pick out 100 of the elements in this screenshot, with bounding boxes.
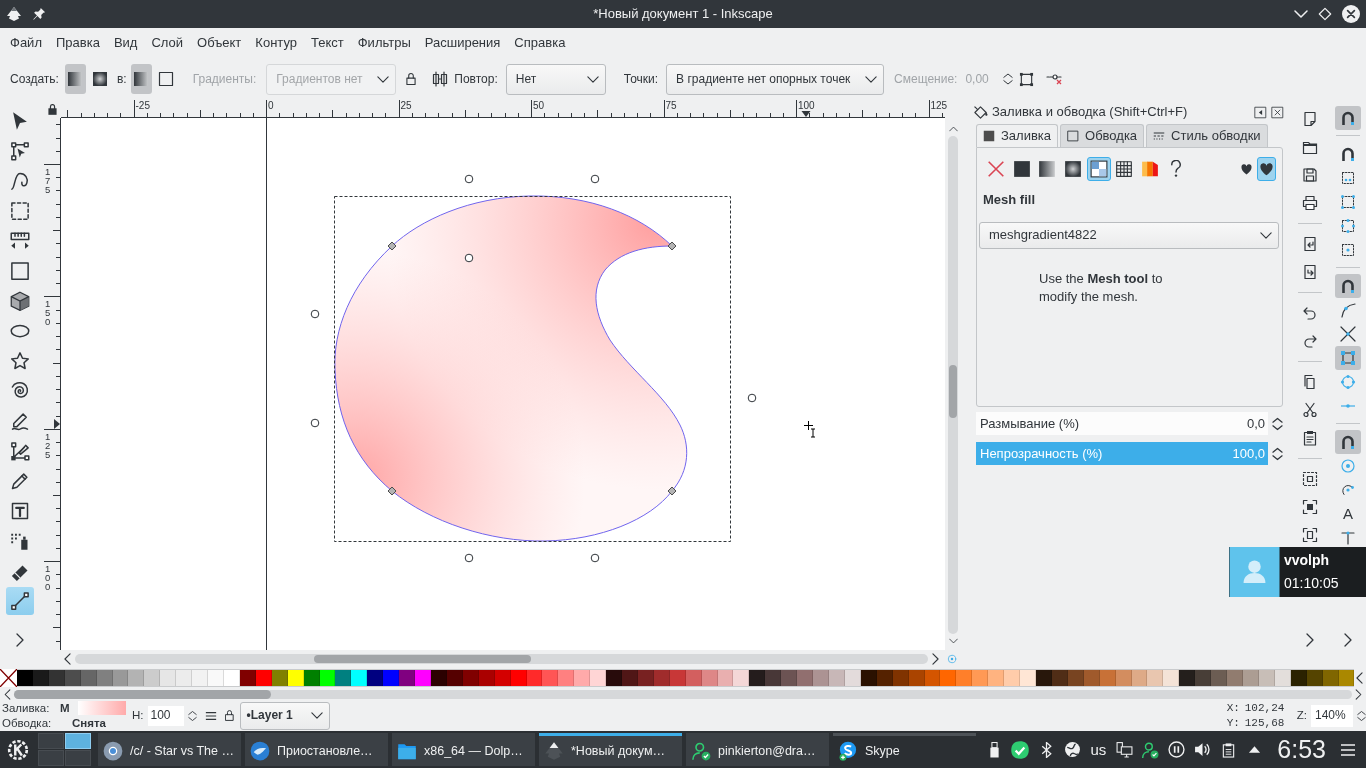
snap-toggle[interactable] xyxy=(1335,106,1361,130)
panel-tab[interactable]: Стиль обводки xyxy=(1146,124,1268,147)
lock-icon[interactable] xyxy=(224,710,234,721)
task-button[interactable]: Skype xyxy=(833,733,976,766)
redo-icon[interactable] xyxy=(1302,333,1318,349)
menu-item[interactable]: Текст xyxy=(304,31,351,55)
close-icon[interactable] xyxy=(1271,105,1284,119)
color-swatch-icon[interactable] xyxy=(988,670,1005,686)
mesh-node[interactable] xyxy=(667,486,677,496)
menu-item[interactable]: Контур xyxy=(248,31,304,55)
control-handle[interactable] xyxy=(310,309,320,319)
snap-toggle[interactable] xyxy=(1335,346,1361,370)
color-swatch-icon[interactable] xyxy=(1147,670,1164,686)
lock-icon[interactable] xyxy=(48,103,57,115)
color-swatch-icon[interactable] xyxy=(144,670,161,686)
app-logo-icon[interactable] xyxy=(6,6,22,22)
snap-toggle[interactable] xyxy=(1335,430,1361,454)
gradient-swatch-icon[interactable] xyxy=(78,701,126,715)
color-swatch-icon[interactable] xyxy=(813,670,829,686)
color-swatch-icon[interactable] xyxy=(829,670,845,686)
gradient-type-button[interactable] xyxy=(64,64,86,94)
scissors-icon[interactable] xyxy=(1302,402,1318,418)
corner-brackets-icon[interactable] xyxy=(1302,527,1318,543)
color-swatch-icon[interactable] xyxy=(1195,670,1212,686)
color-swatch-icon[interactable] xyxy=(1227,670,1243,686)
menu-item[interactable]: Справка xyxy=(507,31,573,55)
color-swatch-icon[interactable] xyxy=(399,670,416,686)
circle-dot-icon[interactable] xyxy=(947,654,957,664)
clipboard-icon[interactable] xyxy=(1220,741,1236,758)
color-swatch-icon[interactable] xyxy=(1179,670,1196,686)
color-swatch-icon[interactable] xyxy=(128,670,145,686)
color-swatch-icon[interactable] xyxy=(749,670,766,686)
scrollbar-thumb[interactable] xyxy=(14,689,271,699)
color-swatch-icon[interactable] xyxy=(542,670,559,686)
color-swatch-icon[interactable] xyxy=(1036,670,1052,686)
task-button[interactable]: /c/ - Star vs The … xyxy=(98,733,241,766)
menu-item[interactable]: Объект xyxy=(190,31,249,55)
spin-arrows-icon[interactable] xyxy=(1357,708,1366,723)
panel-tab[interactable]: Заливка xyxy=(976,124,1059,147)
layer-dropdown[interactable]: •Layer 1 xyxy=(239,701,330,730)
scrollbar-thumb[interactable] xyxy=(949,365,957,418)
workspace-tile[interactable] xyxy=(38,733,64,749)
check-badge-icon[interactable] xyxy=(1010,739,1031,760)
undo-icon[interactable] xyxy=(1302,305,1318,321)
dashed-square-icon[interactable] xyxy=(1302,471,1318,487)
mesh-node[interactable] xyxy=(387,241,397,251)
menu-item[interactable]: Фильтры xyxy=(350,31,418,55)
chevron-right-icon[interactable] xyxy=(1306,633,1314,647)
user-check-icon[interactable] xyxy=(1141,740,1160,759)
color-swatch-icon[interactable] xyxy=(622,670,638,686)
line-node-icon[interactable] xyxy=(1045,73,1062,85)
close-icon[interactable] xyxy=(1342,5,1360,23)
color-swatch-icon[interactable] xyxy=(733,670,750,686)
color-swatch-icon[interactable] xyxy=(797,670,814,686)
menu-item[interactable]: Вид xyxy=(106,31,145,55)
color-swatch-icon[interactable] xyxy=(606,670,623,686)
color-swatch-icon[interactable] xyxy=(367,670,384,686)
spin-arrows-icon[interactable] xyxy=(1272,416,1283,431)
zoom-input[interactable]: 140% xyxy=(1311,704,1353,727)
palette-scrollbar[interactable] xyxy=(14,689,1352,699)
lines-icon[interactable] xyxy=(204,710,217,721)
corner-brackets-icon[interactable] xyxy=(1302,499,1318,515)
fill-rule-button[interactable] xyxy=(1257,157,1276,181)
chevron-up-icon[interactable] xyxy=(948,126,958,132)
scrollbar-thumb[interactable] xyxy=(314,655,531,663)
diamond-icon[interactable] xyxy=(1318,7,1332,21)
control-handle[interactable] xyxy=(464,553,474,563)
tool-button[interactable] xyxy=(6,587,34,615)
chevron-right-icon[interactable] xyxy=(932,653,939,665)
color-swatch-icon[interactable] xyxy=(1211,670,1228,686)
keyboard-layout[interactable]: us xyxy=(1090,740,1107,759)
color-swatch-icon[interactable] xyxy=(415,670,431,686)
bluetooth-icon[interactable] xyxy=(1040,741,1052,758)
color-swatch-icon[interactable] xyxy=(590,670,607,686)
pause-circle-icon[interactable] xyxy=(1167,741,1185,758)
mesh-node[interactable] xyxy=(387,486,397,496)
menu-icon[interactable] xyxy=(1340,742,1356,757)
color-swatch-icon[interactable] xyxy=(351,670,368,686)
linked-boxes-icon[interactable] xyxy=(432,71,449,87)
task-button[interactable]: pinkierton@dra… xyxy=(686,733,829,766)
repeat-dropdown[interactable]: Нет xyxy=(505,63,606,95)
control-handle[interactable] xyxy=(310,418,320,428)
color-swatch-icon[interactable] xyxy=(176,670,193,686)
horizontal-scrollbar[interactable] xyxy=(75,654,928,664)
control-handle[interactable] xyxy=(747,393,757,403)
clock[interactable]: 6:53 xyxy=(1277,737,1326,762)
color-swatch-icon[interactable] xyxy=(956,670,973,686)
opacity-input[interactable]: 100 xyxy=(147,705,184,726)
chevron-right-icon[interactable] xyxy=(16,633,24,647)
paint-type-button[interactable] xyxy=(1086,157,1111,181)
document-icon[interactable] xyxy=(1302,111,1318,127)
collapse-icon[interactable] xyxy=(1254,105,1267,119)
lock-icon[interactable] xyxy=(406,73,417,85)
menu-item[interactable]: Слой xyxy=(144,31,191,55)
speaker-icon[interactable] xyxy=(1193,741,1211,758)
target-button[interactable] xyxy=(130,64,152,94)
color-swatch-icon[interactable] xyxy=(208,670,224,686)
usb-stick-icon[interactable] xyxy=(988,741,1000,758)
chevron-right-icon[interactable] xyxy=(1355,688,1362,700)
color-swatch-icon[interactable] xyxy=(1020,670,1036,686)
